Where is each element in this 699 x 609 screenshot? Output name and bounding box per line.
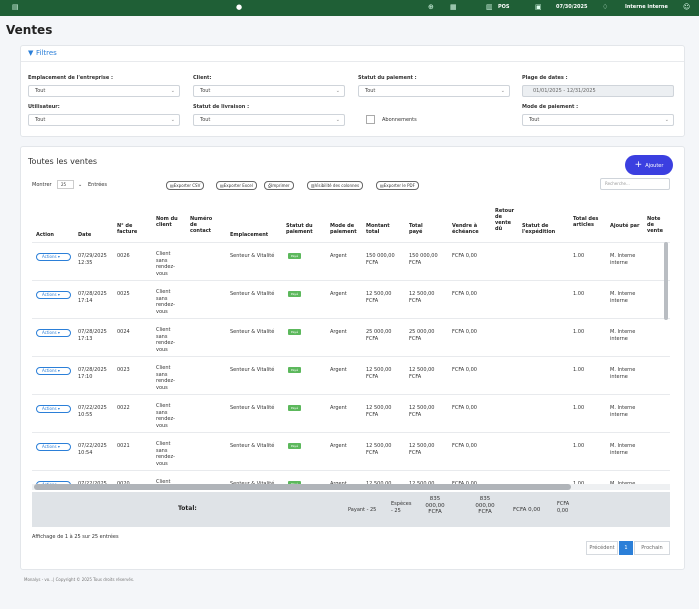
cell-added-by: M. Interne interne: [610, 329, 636, 342]
cell-location: Senteur & Vitalité: [230, 329, 275, 335]
page-1-button[interactable]: 1: [619, 541, 633, 555]
cell-due: FCFA 0,00: [452, 329, 477, 335]
cell-invoice: 0025: [117, 291, 130, 297]
cell-client: Client sans rendez-vous: [156, 441, 175, 467]
row-actions-button[interactable]: Actions ▾: [36, 291, 71, 299]
cell-client: Client sans rendez-vous: [156, 403, 175, 429]
next-page-button[interactable]: Prochain: [634, 541, 670, 555]
cell-paid: 12 500,00 FCFA: [409, 291, 435, 304]
payment-status-badge: Payé: [288, 405, 301, 411]
cell-due: FCFA 0,00: [452, 405, 477, 411]
cell-invoice: 0022: [117, 405, 130, 411]
cell-client: Client sans rendez-vous: [156, 365, 175, 391]
cell-mode: Argent: [330, 443, 347, 449]
cell-mode: Argent: [330, 329, 347, 335]
cell-date: 07/28/2025 17:14: [78, 291, 107, 304]
cell-client: Client sans rendez-vous: [156, 289, 175, 315]
cell-mode: Argent: [330, 253, 347, 259]
cell-items: 1.00: [573, 253, 585, 259]
row-actions-button[interactable]: Actions ▾: [36, 367, 71, 375]
totals-amount: 835 000,00 FCFA: [425, 496, 445, 515]
cell-paid: 25 000,00 FCFA: [409, 329, 435, 342]
cell-added-by: M. Interne interne: [610, 443, 636, 456]
footer-copyright: Monalys - vo...| Copyright © 2025 Tous d…: [24, 577, 135, 582]
cell-added-by: M. Interne interne: [610, 367, 636, 380]
totals-returned: FCFA 0,00: [557, 501, 570, 514]
cell-location: Senteur & Vitalité: [230, 367, 275, 373]
horizontal-scrollbar[interactable]: [34, 484, 571, 490]
row-divider: [32, 432, 670, 433]
prev-page-button[interactable]: Précédent: [586, 541, 618, 555]
cell-mode: Argent: [330, 367, 347, 373]
cell-date: 07/28/2025 17:13: [78, 329, 107, 342]
cell-added-by: M. Interne interne: [610, 405, 636, 418]
table-body: Actions ▾ 07/29/2025 12:35 0026 Client sans…: [0, 0, 699, 484]
cell-date: 07/22/2025 10:55: [78, 405, 107, 418]
cell-items: 1.00: [573, 367, 585, 373]
totals-label: Total:: [178, 505, 197, 512]
cell-invoice: 0021: [117, 443, 130, 449]
cell-paid: 12 500,00 FCFA: [409, 443, 435, 456]
cell-date: 07/28/2025 17:10: [78, 367, 107, 380]
row-divider: [32, 280, 670, 281]
cell-items: 1.00: [573, 329, 585, 335]
cell-date: 07/22/2025 10:54: [78, 443, 107, 456]
vertical-scrollbar[interactable]: [664, 242, 668, 320]
cell-paid: 12 500,00 FCFA: [409, 405, 435, 418]
cell-items: 1.00: [573, 443, 585, 449]
cell-location: Senteur & Vitalité: [230, 253, 275, 259]
row-actions-button[interactable]: Actions ▾: [36, 405, 71, 413]
cell-added-by: M. Interne interne: [610, 253, 636, 266]
chevron-down-icon: ▾: [57, 444, 60, 449]
chevron-down-icon: ▾: [57, 368, 60, 373]
cell-client: Client sans rendez-vous: [156, 251, 175, 277]
payment-status-badge: Payé: [288, 291, 301, 297]
pagination-info: Affichage de 1 à 25 sur 25 entrées: [32, 534, 119, 540]
totals-paid: 835 000,00 FCFA: [475, 496, 495, 515]
cell-date: 07/29/2025 12:35: [78, 253, 107, 266]
cell-added-by: M. Interne interne: [610, 291, 636, 304]
chevron-down-icon: ▾: [57, 330, 60, 335]
totals-payant: Payant - 25: [348, 507, 377, 513]
totals-especes: Espèces - 25: [391, 501, 412, 514]
chevron-down-icon: ▾: [57, 406, 60, 411]
cell-invoice: 0023: [117, 367, 130, 373]
cell-items: 1.00: [573, 405, 585, 411]
cell-amount: 12 500,00 FCFA: [366, 367, 392, 380]
cell-location: Senteur & Vitalité: [230, 443, 275, 449]
chevron-down-icon: ▾: [57, 292, 60, 297]
row-actions-button[interactable]: Actions ▾: [36, 329, 71, 337]
cell-mode: Argent: [330, 291, 347, 297]
cell-amount: 12 500,00 FCFA: [366, 291, 392, 304]
payment-status-badge: Payé: [288, 443, 301, 449]
cell-invoice: 0026: [117, 253, 130, 259]
cell-amount: 25 000,00 FCFA: [366, 329, 392, 342]
cell-paid: 12 500,00 FCFA: [409, 367, 435, 380]
cell-invoice: 0024: [117, 329, 130, 335]
cell-location: Senteur & Vitalité: [230, 291, 275, 297]
cell-amount: 12 500,00 FCFA: [366, 443, 392, 456]
row-divider: [32, 394, 670, 395]
cell-items: 1.00: [573, 291, 585, 297]
cell-location: Senteur & Vitalité: [230, 405, 275, 411]
cell-due: FCFA 0,00: [452, 291, 477, 297]
cell-due: FCFA 0,00: [452, 367, 477, 373]
row-divider: [32, 356, 670, 357]
row-divider: [32, 470, 670, 471]
row-actions-button[interactable]: Actions ▾: [36, 253, 71, 261]
payment-status-badge: Payé: [288, 329, 301, 335]
cell-due: FCFA 0,00: [452, 253, 477, 259]
payment-status-badge: Payé: [288, 253, 301, 259]
cell-amount: 12 500,00 FCFA: [366, 405, 392, 418]
row-actions-button[interactable]: Actions ▾: [36, 443, 71, 451]
cell-paid: 150 000,00 FCFA: [409, 253, 438, 266]
chevron-down-icon: ▾: [57, 254, 60, 259]
row-divider: [32, 318, 670, 319]
cell-mode: Argent: [330, 405, 347, 411]
cell-client: Client sans rendez-vous: [156, 327, 175, 353]
totals-due: FCFA 0,00: [513, 507, 541, 513]
cell-amount: 150 000,00 FCFA: [366, 253, 395, 266]
cell-due: FCFA 0,00: [452, 443, 477, 449]
payment-status-badge: Payé: [288, 367, 301, 373]
